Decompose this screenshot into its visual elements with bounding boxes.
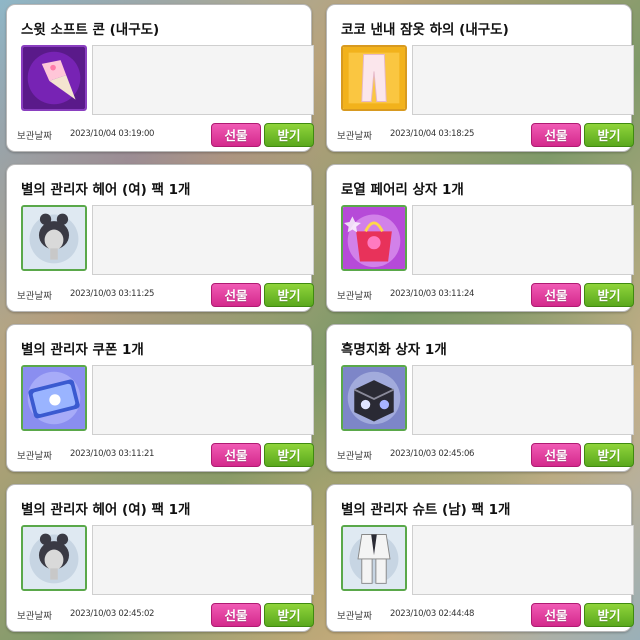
item-card: 별의 관리자 헤어 (여) 팩 1개 보관날짜 2023/10/03 03:11… [6, 164, 314, 312]
stored-date: 2023/10/04 03:18:25 [390, 129, 475, 139]
message-box [412, 525, 634, 595]
stored-date: 2023/10/04 03:19:00 [70, 129, 155, 139]
stored-date: 2023/10/03 02:44:48 [390, 609, 475, 619]
date-label: 보관날짜 [337, 451, 372, 462]
male-suit-icon [341, 525, 407, 591]
receive-button[interactable]: 받기 [584, 123, 634, 147]
receive-button[interactable]: 받기 [264, 123, 314, 147]
dark-box-icon [341, 365, 407, 431]
item-name: 코코 낸내 잠옷 하의 (내구도) [341, 22, 509, 38]
gift-button[interactable]: 선물 [211, 443, 261, 467]
message-box [412, 365, 634, 435]
gift-button[interactable]: 선물 [531, 603, 581, 627]
stored-date: 2023/10/03 02:45:06 [390, 449, 475, 459]
gift-button[interactable]: 선물 [531, 283, 581, 307]
item-name: 별의 관리자 헤어 (여) 팩 1개 [21, 182, 191, 198]
message-box [92, 525, 314, 595]
female-hair-icon [21, 205, 87, 271]
fairy-box-icon [341, 205, 407, 271]
soft-cone-icon [21, 45, 87, 111]
stored-date: 2023/10/03 03:11:21 [70, 449, 155, 459]
message-box [92, 45, 314, 115]
gift-button[interactable]: 선물 [211, 283, 261, 307]
receive-button[interactable]: 받기 [584, 603, 634, 627]
gift-button[interactable]: 선물 [211, 603, 261, 627]
item-name: 별의 관리자 슈트 (남) 팩 1개 [341, 502, 511, 518]
item-card: 흑명지화 상자 1개 보관날짜 2023/10/03 02:45:06 선물 받… [326, 324, 634, 472]
item-card: 로열 페어리 상자 1개 보관날짜 2023/10/03 03:11:24 선물… [326, 164, 634, 312]
date-label: 보관날짜 [337, 131, 372, 142]
date-label: 보관날짜 [17, 611, 52, 622]
message-box [412, 205, 634, 275]
date-label: 보관날짜 [17, 291, 52, 302]
stored-date: 2023/10/03 03:11:25 [70, 289, 155, 299]
message-box [92, 205, 314, 275]
item-name: 로열 페어리 상자 1개 [341, 182, 464, 198]
pajama-pants-icon [341, 45, 407, 111]
item-card: 별의 관리자 슈트 (남) 팩 1개 보관날짜 2023/10/03 02:44… [326, 484, 634, 632]
gift-button[interactable]: 선물 [531, 123, 581, 147]
stored-date: 2023/10/03 02:45:02 [70, 609, 155, 619]
date-label: 보관날짜 [337, 611, 372, 622]
date-label: 보관날짜 [337, 291, 372, 302]
item-card: 코코 낸내 잠옷 하의 (내구도) 보관날짜 2023/10/04 03:18:… [326, 4, 634, 152]
item-name: 별의 관리자 헤어 (여) 팩 1개 [21, 502, 191, 518]
receive-button[interactable]: 받기 [584, 443, 634, 467]
date-label: 보관날짜 [17, 451, 52, 462]
gift-button[interactable]: 선물 [211, 123, 261, 147]
item-name: 흑명지화 상자 1개 [341, 342, 447, 358]
date-label: 보관날짜 [17, 131, 52, 142]
item-card: 별의 관리자 쿠폰 1개 보관날짜 2023/10/03 03:11:21 선물… [6, 324, 314, 472]
receive-button[interactable]: 받기 [264, 283, 314, 307]
message-box [92, 365, 314, 435]
message-box [412, 45, 634, 115]
gift-button[interactable]: 선물 [531, 443, 581, 467]
female-hair-icon [21, 525, 87, 591]
item-card: 스윗 소프트 콘 (내구도) 보관날짜 2023/10/04 03:19:00 … [6, 4, 314, 152]
receive-button[interactable]: 받기 [264, 443, 314, 467]
stored-date: 2023/10/03 03:11:24 [390, 289, 475, 299]
item-name: 별의 관리자 쿠폰 1개 [21, 342, 144, 358]
coupon-icon [21, 365, 87, 431]
item-name: 스윗 소프트 콘 (내구도) [21, 22, 160, 38]
receive-button[interactable]: 받기 [584, 283, 634, 307]
receive-button[interactable]: 받기 [264, 603, 314, 627]
item-card: 별의 관리자 헤어 (여) 팩 1개 보관날짜 2023/10/03 02:45… [6, 484, 314, 632]
